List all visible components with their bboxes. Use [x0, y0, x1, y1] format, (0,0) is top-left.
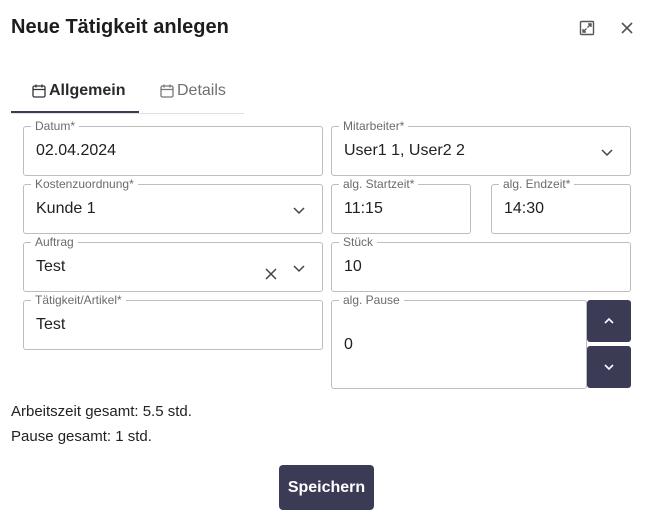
chevron-down-icon[interactable] — [292, 261, 306, 275]
startzeit-value: 11:15 — [344, 200, 383, 217]
close-button[interactable] — [615, 16, 639, 40]
auftrag-select[interactable]: Auftrag Test — [23, 235, 323, 292]
taetigkeit-field[interactable]: Tätigkeit/Artikel* Test — [23, 293, 323, 350]
expand-button[interactable] — [575, 16, 599, 40]
mitarbeiter-label: Mitarbeiter* — [339, 119, 409, 133]
datum-label: Datum* — [31, 119, 80, 133]
calendar-icon — [32, 84, 46, 98]
startzeit-label: alg. Startzeit* — [339, 177, 419, 191]
auftrag-label: Auftrag — [31, 235, 78, 249]
pause-label: alg. Pause — [339, 293, 404, 307]
tab-bar: Allgemein Details — [11, 70, 244, 114]
arbeitszeit-summary: Arbeitszeit gesamt: 5.5 std. — [11, 403, 192, 420]
endzeit-field[interactable]: alg. Endzeit* 14:30 — [491, 177, 631, 234]
stueck-field[interactable]: Stück 10 — [331, 235, 631, 292]
mitarbeiter-select[interactable]: Mitarbeiter* User1 1, User2 2 — [331, 119, 631, 176]
taetigkeit-value: Test — [36, 316, 66, 333]
auftrag-value: Test — [36, 258, 66, 275]
datum-value: 02.04.2024 — [36, 142, 117, 159]
mitarbeiter-value: User1 1, User2 2 — [344, 142, 465, 159]
chevron-down-icon[interactable] — [600, 145, 614, 159]
close-icon — [621, 22, 633, 34]
stueck-label: Stück — [339, 235, 378, 249]
calendar-icon — [160, 84, 174, 98]
kostenzuordnung-value: Kunde 1 — [36, 200, 96, 217]
tab-label: Details — [177, 82, 226, 99]
pause-value: 0 — [344, 336, 353, 353]
startzeit-field[interactable]: alg. Startzeit* 11:15 — [331, 177, 471, 234]
save-button[interactable]: Speichern — [279, 465, 374, 510]
taetigkeit-label: Tätigkeit/Artikel* — [31, 293, 126, 307]
stueck-value: 10 — [344, 258, 362, 275]
chevron-up-icon — [604, 317, 614, 324]
pause-summary: Pause gesamt: 1 std. — [11, 428, 152, 445]
expand-icon — [579, 20, 595, 36]
pause-increment-button[interactable] — [587, 300, 631, 342]
tab-details[interactable]: Details — [159, 70, 226, 112]
chevron-down-icon[interactable] — [292, 203, 306, 217]
tab-allgemein[interactable]: Allgemein — [11, 70, 139, 113]
kostenzuordnung-select[interactable]: Kostenzuordnung* Kunde 1 — [23, 177, 323, 234]
clear-icon[interactable] — [264, 267, 278, 281]
pause-decrement-button[interactable] — [587, 346, 631, 388]
tab-label: Allgemein — [49, 81, 126, 99]
endzeit-label: alg. Endzeit* — [499, 177, 575, 191]
dialog-title: Neue Tätigkeit anlegen — [11, 16, 229, 38]
pause-field[interactable]: alg. Pause 0 — [331, 293, 587, 389]
endzeit-value: 14:30 — [504, 200, 545, 217]
chevron-down-icon — [604, 364, 614, 371]
datum-field[interactable]: Datum* 02.04.2024 — [23, 119, 323, 176]
kostenzuordnung-label: Kostenzuordnung* — [31, 177, 138, 191]
